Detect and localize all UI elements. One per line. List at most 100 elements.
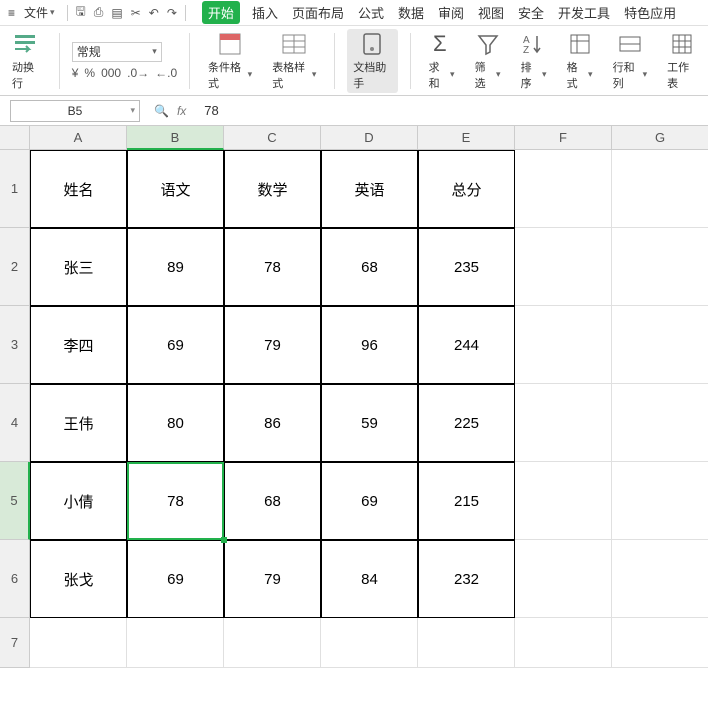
file-menu[interactable]: ≡ 文件 ▾ <box>4 2 59 23</box>
doc-helper-button[interactable]: 文档助手 <box>347 29 397 93</box>
cell[interactable]: 235 <box>418 228 515 306</box>
col-header-G[interactable]: G <box>612 126 708 150</box>
cell[interactable]: 69 <box>127 306 224 384</box>
cell[interactable]: 姓名 <box>30 150 127 228</box>
print-icon[interactable]: ▤ <box>111 6 122 20</box>
name-box[interactable]: B5 <box>10 100 140 122</box>
cell[interactable] <box>515 462 612 540</box>
cell[interactable]: 数学 <box>224 150 321 228</box>
cell[interactable] <box>418 618 515 668</box>
filter-button[interactable]: 筛选▾ <box>469 29 507 93</box>
tab-developer[interactable]: 开发工具 <box>556 1 612 24</box>
print-preview-icon[interactable]: ⎙ <box>94 5 104 20</box>
cell[interactable] <box>515 540 612 618</box>
percent-button[interactable]: % <box>84 66 95 80</box>
formula-input[interactable]: 78 <box>200 103 218 118</box>
sheet-button[interactable]: 工作表 <box>661 29 702 93</box>
cell[interactable] <box>515 306 612 384</box>
decrease-decimal-button[interactable]: ←.0 <box>155 66 177 80</box>
cell[interactable]: 68 <box>224 462 321 540</box>
cell[interactable]: 215 <box>418 462 515 540</box>
cell[interactable]: 李四 <box>30 306 127 384</box>
cell[interactable] <box>127 618 224 668</box>
cell[interactable]: 78 <box>127 462 224 540</box>
row-header-7[interactable]: 7 <box>0 618 30 668</box>
number-format-select[interactable]: 常规 ▾ <box>72 42 162 62</box>
tab-formulas[interactable]: 公式 <box>356 1 386 24</box>
col-header-A[interactable]: A <box>30 126 127 150</box>
sum-button[interactable]: Σ 求和▾ <box>423 29 461 93</box>
rowcol-button[interactable]: 行和列▾ <box>607 29 654 93</box>
fx-icon[interactable]: fx <box>177 104 186 118</box>
cell[interactable]: 英语 <box>321 150 418 228</box>
tab-data[interactable]: 数据 <box>396 1 426 24</box>
increase-decimal-button[interactable]: .0→ <box>127 66 149 80</box>
tab-review[interactable]: 审阅 <box>436 1 466 24</box>
format-button[interactable]: 格式▾ <box>561 29 599 93</box>
cell[interactable]: 王伟 <box>30 384 127 462</box>
cell[interactable] <box>30 618 127 668</box>
cell[interactable]: 68 <box>321 228 418 306</box>
currency-button[interactable]: ¥ <box>72 66 79 80</box>
comma-style-button[interactable]: 000 <box>101 66 121 80</box>
redo-icon[interactable]: ↷ <box>167 6 177 20</box>
cell[interactable]: 84 <box>321 540 418 618</box>
tab-page-layout[interactable]: 页面布局 <box>290 1 346 24</box>
cell[interactable] <box>515 150 612 228</box>
row-header-1[interactable]: 1 <box>0 150 30 228</box>
cell[interactable]: 225 <box>418 384 515 462</box>
tab-insert[interactable]: 插入 <box>250 1 280 24</box>
cell[interactable]: 69 <box>321 462 418 540</box>
tab-special[interactable]: 特色应用 <box>622 1 678 24</box>
row-header-5[interactable]: 5 <box>0 462 30 540</box>
cell[interactable] <box>612 540 708 618</box>
col-header-B[interactable]: B <box>127 126 224 150</box>
cell[interactable] <box>612 384 708 462</box>
cell[interactable]: 69 <box>127 540 224 618</box>
conditional-format-button[interactable]: 条件格式▾ <box>202 29 258 93</box>
cell[interactable]: 86 <box>224 384 321 462</box>
save-icon[interactable]: 🖫 <box>76 2 86 23</box>
zoom-icon[interactable]: 🔍 <box>154 104 169 118</box>
col-header-F[interactable]: F <box>515 126 612 150</box>
cell[interactable] <box>612 228 708 306</box>
cell[interactable]: 89 <box>127 228 224 306</box>
tab-home[interactable]: 开始 <box>202 1 240 24</box>
cell[interactable]: 小倩 <box>30 462 127 540</box>
tab-security[interactable]: 安全 <box>516 1 546 24</box>
col-header-D[interactable]: D <box>321 126 418 150</box>
row-header-6[interactable]: 6 <box>0 540 30 618</box>
cell[interactable]: 张三 <box>30 228 127 306</box>
cell[interactable] <box>224 618 321 668</box>
cell[interactable]: 79 <box>224 306 321 384</box>
col-header-E[interactable]: E <box>418 126 515 150</box>
cell[interactable]: 59 <box>321 384 418 462</box>
row-header-2[interactable]: 2 <box>0 228 30 306</box>
wrap-text-button[interactable]: 动换行 <box>6 29 47 93</box>
cell[interactable]: 张戈 <box>30 540 127 618</box>
select-all-corner[interactable] <box>0 126 30 150</box>
cell[interactable] <box>612 306 708 384</box>
cell[interactable] <box>612 618 708 668</box>
undo-icon[interactable]: ↶ <box>149 6 159 20</box>
cell[interactable] <box>515 384 612 462</box>
cell[interactable]: 244 <box>418 306 515 384</box>
col-header-C[interactable]: C <box>224 126 321 150</box>
cell[interactable] <box>515 228 612 306</box>
row-header-4[interactable]: 4 <box>0 384 30 462</box>
sort-button[interactable]: AZ 排序▾ <box>515 29 553 93</box>
cell[interactable]: 96 <box>321 306 418 384</box>
cell[interactable]: 78 <box>224 228 321 306</box>
cell[interactable]: 79 <box>224 540 321 618</box>
cell[interactable] <box>612 462 708 540</box>
cell[interactable]: 语文 <box>127 150 224 228</box>
cell[interactable]: 232 <box>418 540 515 618</box>
row-header-3[interactable]: 3 <box>0 306 30 384</box>
tab-view[interactable]: 视图 <box>476 1 506 24</box>
cell[interactable]: 80 <box>127 384 224 462</box>
cell[interactable]: 总分 <box>418 150 515 228</box>
cell[interactable] <box>612 150 708 228</box>
table-style-button[interactable]: 表格样式▾ <box>266 29 322 93</box>
cell[interactable] <box>321 618 418 668</box>
cell[interactable] <box>515 618 612 668</box>
